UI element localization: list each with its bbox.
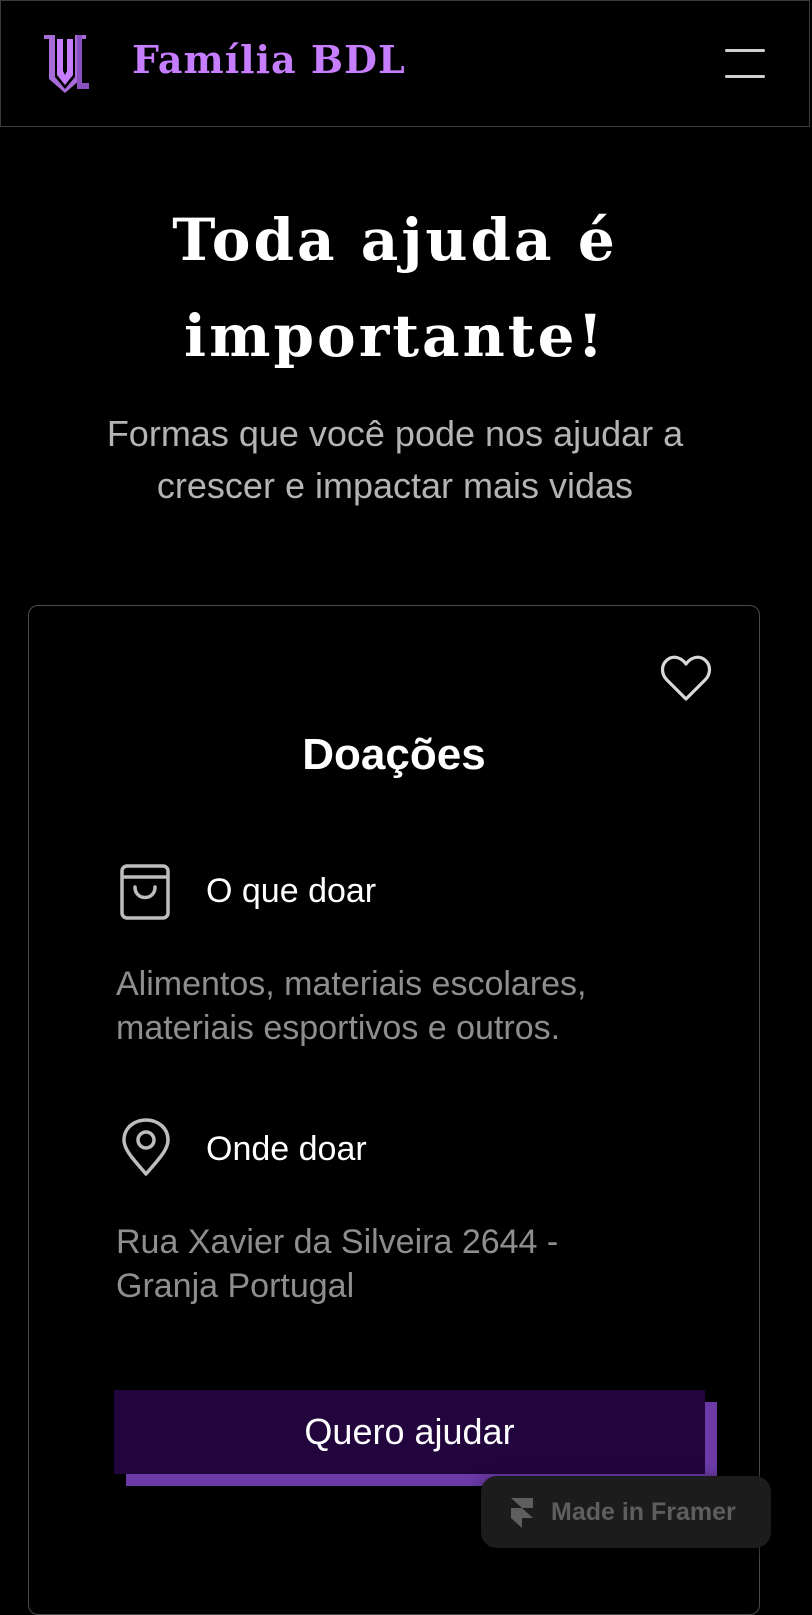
framer-badge-label: Made in Framer (551, 1498, 736, 1526)
what-to-donate-label: O que doar (206, 872, 377, 910)
framer-icon (511, 1498, 533, 1528)
brand-name[interactable]: Família BDL (132, 37, 406, 82)
card-title: Doações (302, 730, 486, 779)
what-to-donate-text: Alimentos, materiais escolares, materiai… (116, 962, 716, 1050)
hero-title-line-2: importante! (184, 302, 606, 370)
cta-label: Quero ajudar (304, 1411, 515, 1452)
hero-title-line-1: Toda ajuda é (172, 206, 618, 274)
menu-line (725, 49, 765, 52)
shopping-bag-icon (120, 864, 170, 920)
quero-ajudar-button[interactable]: Quero ajudar (114, 1390, 705, 1474)
where-to-donate-line-2: Granja Portugal (116, 1267, 355, 1305)
where-to-donate-label: Onde doar (206, 1130, 367, 1168)
where-to-donate-text: Rua Xavier da Silveira 2644 - Granja Por… (116, 1220, 716, 1308)
navbar: Família BDL (0, 0, 810, 127)
what-to-donate-line-2: materiais esportivos e outros. (116, 1009, 561, 1047)
where-to-donate-line-1: Rua Xavier da Silveira 2644 - (116, 1223, 559, 1261)
what-to-donate-line-1: Alimentos, materiais escolares, (116, 965, 587, 1003)
hero-title: Toda ajuda é importante! (0, 192, 790, 384)
hero-subtitle: Formas que você pode nos ajudar a cresce… (90, 408, 700, 512)
menu-line (725, 75, 765, 78)
bdl-shield-logo[interactable] (41, 31, 91, 95)
hero-subtitle-line-1: Formas que você pode nos ajudar a (106, 413, 684, 454)
heart-icon[interactable] (660, 655, 712, 703)
map-pin-icon (122, 1118, 170, 1176)
made-in-framer-badge[interactable]: Made in Framer (481, 1476, 771, 1548)
hero-subtitle-line-2: crescer e impactar mais vidas (156, 465, 634, 506)
hamburger-menu-icon[interactable] (723, 47, 767, 81)
